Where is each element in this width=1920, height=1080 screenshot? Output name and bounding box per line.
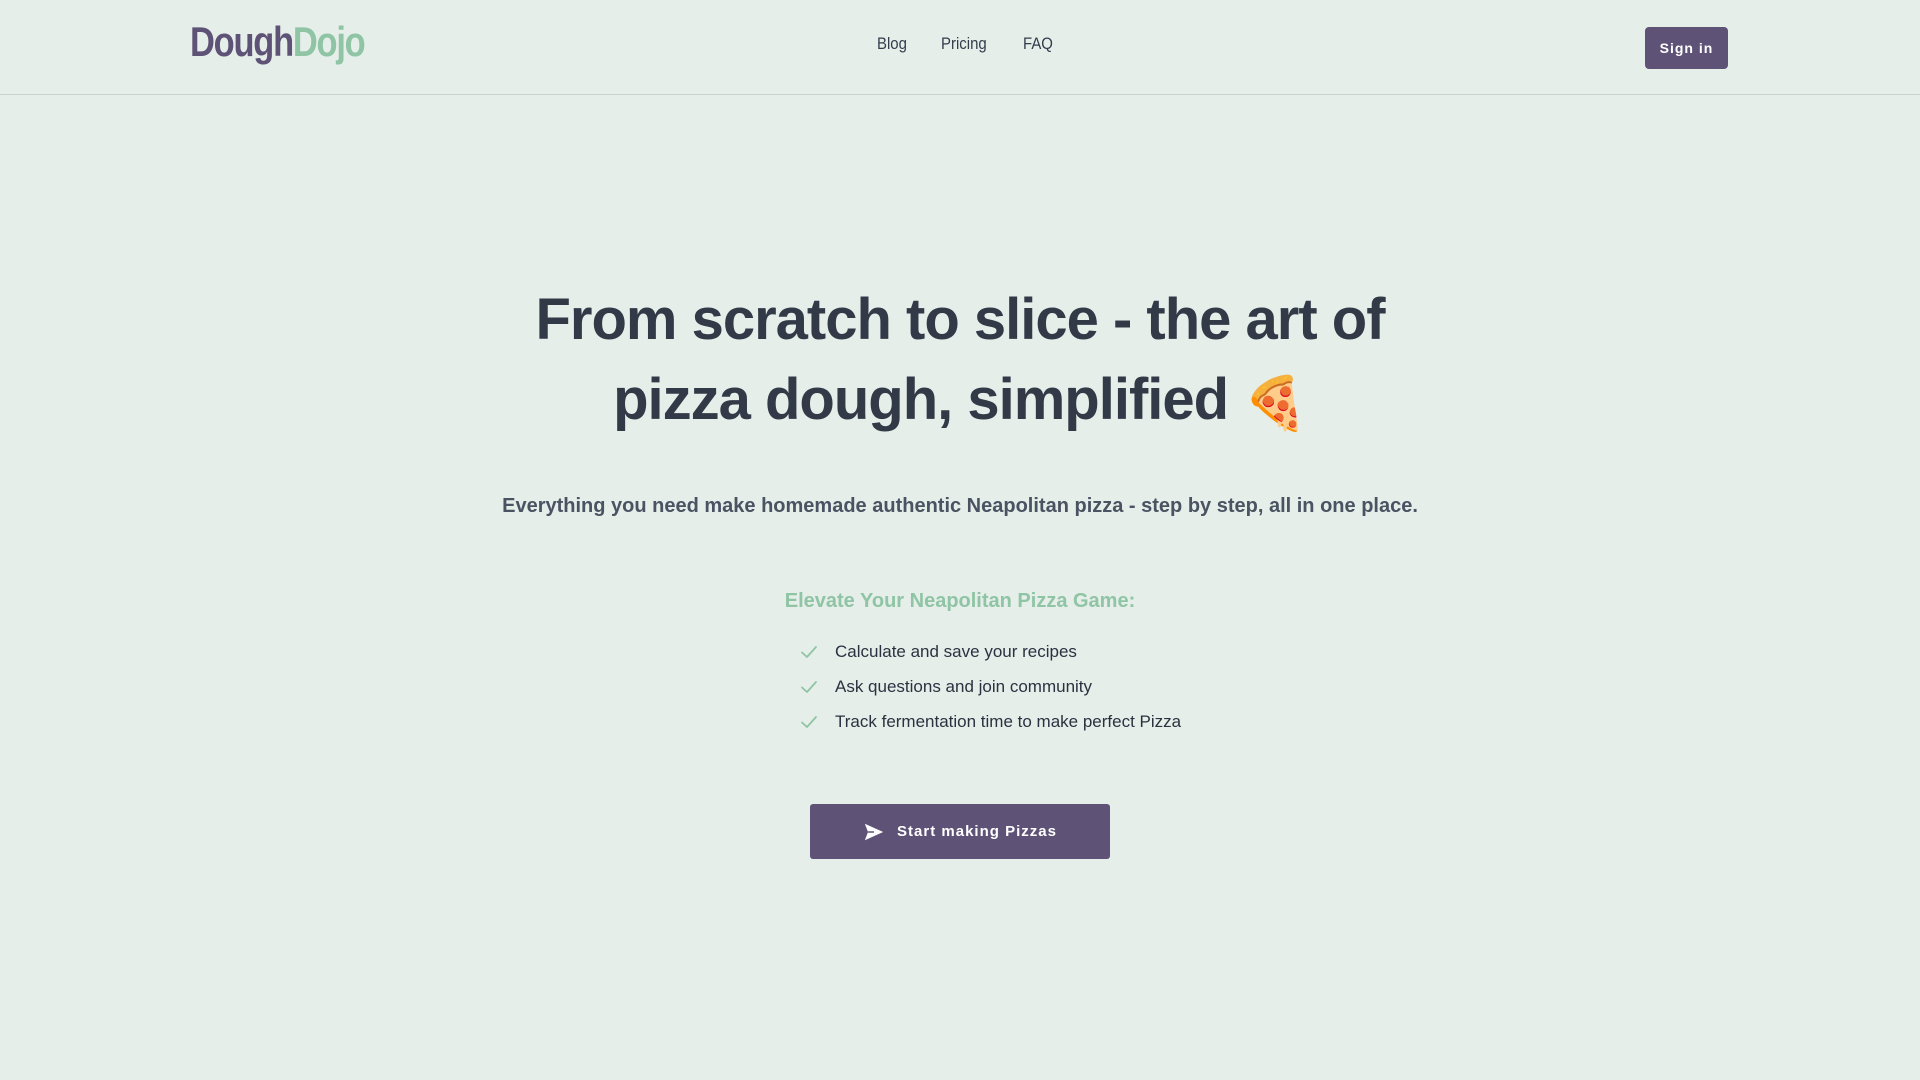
- pizza-icon: 🍕: [1243, 374, 1308, 433]
- site-header: DoughDojo Blog Pricing FAQ Sign in: [0, 0, 1920, 95]
- main-nav: Blog Pricing FAQ: [877, 34, 1057, 54]
- cta-label: Start making Pizzas: [897, 823, 1057, 840]
- check-icon: [801, 645, 817, 658]
- sign-in-button[interactable]: Sign in: [1645, 27, 1728, 69]
- features-title: Elevate Your Neapolitan Pizza Game:: [784, 590, 1136, 612]
- feature-text: Ask questions and join community: [835, 676, 1093, 696]
- hero-section: From scratch to slice - the art of pizza…: [0, 280, 1920, 444]
- feature-item: Track fermentation time to make perfect …: [799, 704, 1181, 739]
- nav-link-faq[interactable]: FAQ: [1023, 34, 1053, 54]
- feature-text: Calculate and save your recipes: [835, 641, 1077, 661]
- nav-link-blog[interactable]: Blog: [877, 34, 907, 54]
- feature-text: Track fermentation time to make perfect …: [835, 711, 1182, 731]
- nav-link-pricing[interactable]: Pricing: [941, 34, 987, 54]
- hero-subheading: Everything you need make homemade authen…: [502, 495, 1418, 517]
- feature-item: Calculate and save your recipes: [799, 634, 1181, 669]
- check-icon: [801, 715, 817, 728]
- logo-part-dojo: Dojo: [292, 18, 366, 65]
- check-icon: [801, 680, 817, 693]
- send-icon: [864, 823, 884, 840]
- start-making-pizzas-button[interactable]: Start making Pizzas: [810, 804, 1110, 859]
- features-list: Calculate and save your recipes Ask ques…: [799, 634, 1181, 739]
- logo[interactable]: DoughDojo: [190, 18, 366, 66]
- feature-item: Ask questions and join community: [799, 669, 1181, 704]
- logo-part-dough: Dough: [190, 18, 294, 65]
- hero-headline: From scratch to slice - the art of pizza…: [510, 280, 1410, 444]
